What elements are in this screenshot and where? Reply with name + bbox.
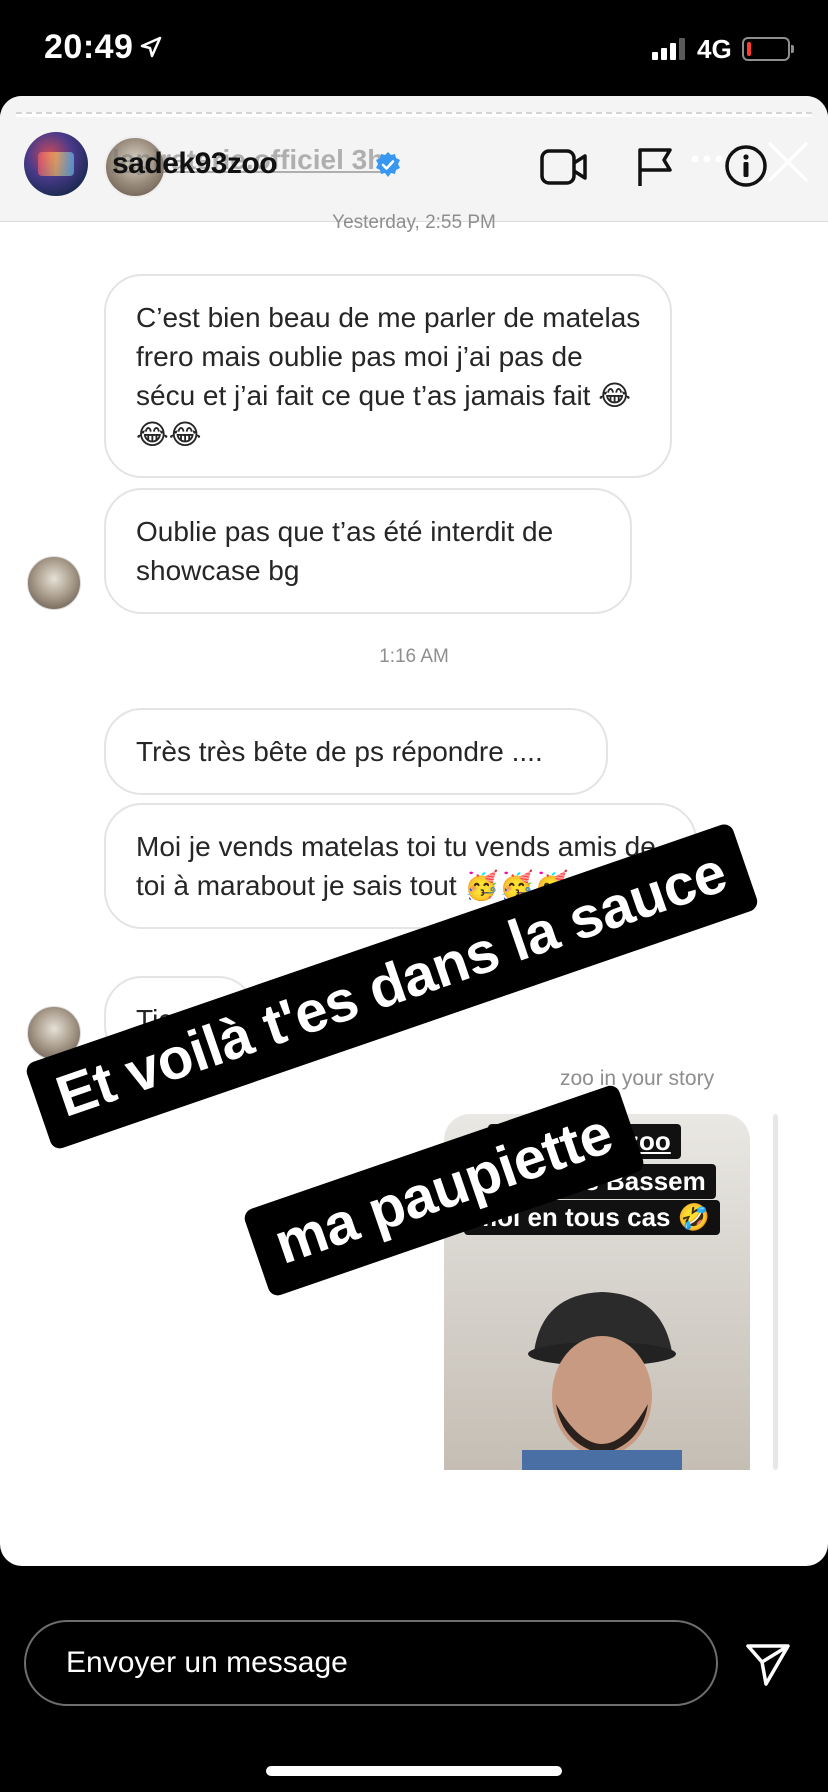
story-reply-label: zoo in your story <box>560 1067 715 1090</box>
more-icon[interactable] <box>690 154 724 164</box>
message-input[interactable]: Envoyer un message <box>24 1620 718 1706</box>
signal-icon <box>652 38 685 60</box>
scroll-indicator <box>773 1114 778 1470</box>
video-call-icon[interactable] <box>540 148 588 186</box>
dm-header: lapiraterie.officiel 3h sadek93zoo <box>0 96 828 222</box>
dm-username: sadek93zoo <box>112 147 278 180</box>
message-bubble[interactable]: C’est bien beau de me parler de matelas … <box>104 274 672 478</box>
message-bubble[interactable]: Oublie pas que t’as été interdit de show… <box>104 488 632 614</box>
home-indicator[interactable] <box>266 1766 562 1776</box>
sender-avatar <box>27 556 81 610</box>
story-progress-bar <box>16 112 812 117</box>
report-flag-icon[interactable] <box>636 146 676 188</box>
location-arrow-icon <box>140 36 162 58</box>
verified-badge-icon <box>376 152 400 177</box>
message-bubble[interactable]: Très très bête de ps répondre .... <box>104 708 608 795</box>
timestamp-yesterday: Yesterday, 2:55 PM <box>332 212 496 233</box>
close-icon[interactable] <box>766 140 810 184</box>
story-photo-person <box>522 1292 682 1470</box>
status-time: 20:49 <box>44 28 134 66</box>
timestamp-night: 1:16 AM <box>379 646 449 667</box>
send-icon[interactable] <box>744 1640 792 1688</box>
battery-icon <box>742 37 794 61</box>
story-account-avatar[interactable] <box>24 132 88 196</box>
info-icon[interactable] <box>724 144 768 188</box>
network-type: 4G <box>697 34 732 64</box>
